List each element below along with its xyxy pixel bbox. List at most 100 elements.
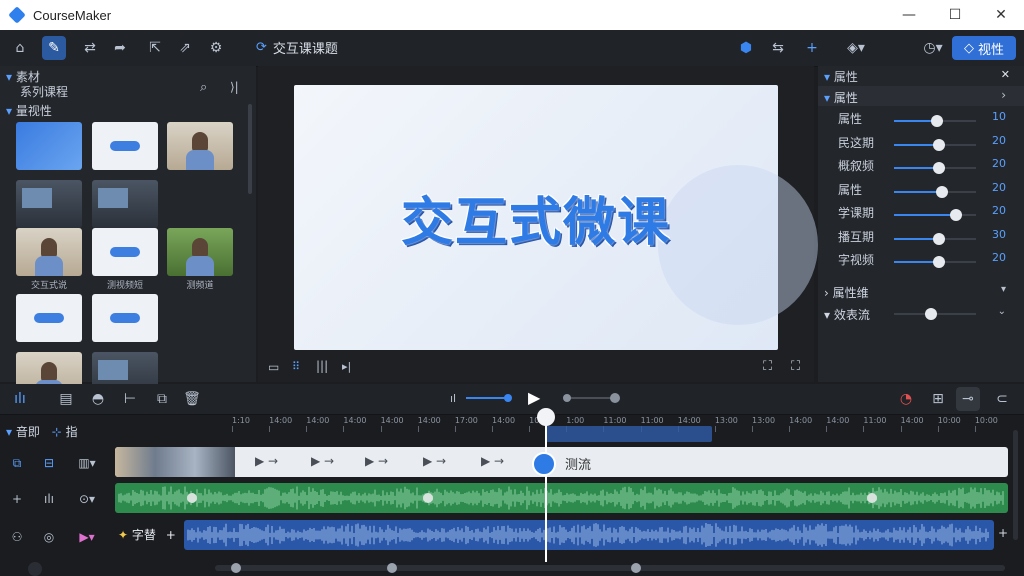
lock-icon[interactable]: ⊟: [38, 453, 60, 473]
zoom-icon[interactable]: ⊂: [990, 387, 1014, 411]
property-slider[interactable]: [894, 209, 976, 221]
asset-thumbnail[interactable]: [167, 228, 233, 276]
audio-icon[interactable]: |||: [316, 359, 328, 373]
scroll-handle[interactable]: [231, 563, 241, 573]
asset-thumbnail[interactable]: [92, 228, 158, 276]
clip-transition-marker[interactable]: ▶ →: [423, 454, 446, 468]
playhead-line[interactable]: [545, 410, 547, 562]
slider-knob[interactable]: [933, 138, 946, 151]
mask-icon[interactable]: ◓: [86, 387, 110, 411]
slider-knob[interactable]: [563, 394, 571, 402]
search-icon[interactable]: ⌕: [200, 80, 207, 95]
target-icon[interactable]: ◎: [38, 527, 60, 547]
playhead-handle[interactable]: [537, 408, 555, 426]
publish-icon[interactable]: ⇗: [173, 36, 197, 60]
asset-thumbnail[interactable]: [92, 122, 158, 170]
edit-icon[interactable]: ✎: [42, 36, 66, 60]
audio-wave-icon[interactable]: ılı: [38, 489, 60, 509]
pointer-icon[interactable]: ⊹: [52, 425, 62, 439]
asset-thumbnail[interactable]: [16, 122, 82, 170]
view-mode-icon[interactable]: ◈▾: [840, 36, 872, 60]
property-slider[interactable]: [894, 115, 976, 127]
library-section-header[interactable]: ▾ 量视性: [6, 102, 52, 119]
property-section-3[interactable]: ▾ 效表流 ⌄: [818, 304, 1024, 324]
clip-transition-marker[interactable]: ▶ →: [481, 454, 504, 468]
add-icon[interactable]: +: [800, 36, 824, 60]
slider-knob[interactable]: [924, 308, 937, 320]
properties-section-bar[interactable]: ▾ 属性 ›: [818, 86, 1024, 106]
property-slider[interactable]: [894, 162, 976, 174]
playhead-marker[interactable]: [532, 452, 556, 476]
split-icon[interactable]: ⊢: [118, 387, 142, 411]
timer-icon[interactable]: ◷▾: [918, 36, 948, 60]
shuffle-icon[interactable]: ⇄: [78, 36, 102, 60]
asset-thumbnail[interactable]: [92, 180, 158, 228]
asset-thumbnail[interactable]: [167, 122, 233, 170]
timeline-horizontal-scrollbar[interactable]: [215, 563, 1005, 573]
waveform-icon[interactable]: ılı: [8, 387, 32, 411]
caption-icon[interactable]: ▭: [268, 360, 279, 374]
slider-knob[interactable]: [935, 185, 948, 198]
zoom-fit-icon[interactable]: ⊸: [956, 387, 980, 411]
preview-button[interactable]: ◇ 视性: [952, 36, 1016, 60]
keyframe-marker[interactable]: [187, 493, 197, 503]
add-track-icon[interactable]: +: [6, 489, 28, 509]
volume-slider[interactable]: [466, 394, 512, 402]
slide-title[interactable]: 交互式微课: [294, 85, 778, 350]
scroll-handle[interactable]: [387, 563, 397, 573]
slider-knob[interactable]: [610, 393, 620, 403]
property-slider[interactable]: [894, 232, 976, 245]
slider-knob[interactable]: [933, 162, 946, 174]
snap-icon[interactable]: ⊞: [926, 387, 950, 411]
close-button[interactable]: ✕: [978, 0, 1024, 30]
layers-icon[interactable]: ⧉: [6, 453, 28, 473]
fit-screen-icon[interactable]: ⛶: [763, 359, 772, 374]
mute-toggle-icon[interactable]: ⊙▾: [72, 489, 102, 509]
collapse-panel-icon[interactable]: ⟩|: [230, 80, 239, 94]
clip-icon[interactable]: ▤: [54, 387, 78, 411]
keyframe-marker[interactable]: [867, 493, 877, 503]
property-slider[interactable]: [894, 138, 976, 151]
minimize-button[interactable]: —: [886, 0, 932, 30]
fullscreen-icon[interactable]: ⛶: [791, 359, 800, 374]
keyframe-marker[interactable]: [423, 493, 433, 503]
subtitle-clip[interactable]: [184, 520, 994, 550]
clip-transition-marker[interactable]: ▶ →: [365, 454, 388, 468]
asset-thumbnail[interactable]: [16, 228, 82, 276]
share-icon[interactable]: ➦: [108, 36, 132, 60]
people-icon[interactable]: ⚇: [6, 527, 28, 547]
export-icon[interactable]: ⇱: [143, 36, 167, 60]
audio-clip[interactable]: [115, 483, 1008, 513]
delete-icon[interactable]: 🗑: [180, 387, 204, 411]
slider-knob[interactable]: [930, 115, 943, 127]
slider-knob[interactable]: [949, 209, 962, 221]
clip-transition-marker[interactable]: ▶ →: [255, 454, 278, 468]
settings-icon[interactable]: ⚙: [204, 36, 228, 60]
cube-icon[interactable]: ⬢: [734, 36, 758, 60]
grid-icon[interactable]: ⠿: [292, 360, 300, 373]
timeline-vertical-scrollbar[interactable]: [1013, 430, 1018, 540]
add-text-button[interactable]: +: [166, 528, 176, 542]
property-slider[interactable]: [894, 185, 976, 198]
layout-icon[interactable]: ⌂: [8, 36, 32, 60]
play-button[interactable]: ▶: [528, 388, 540, 407]
property-section-2[interactable]: › 属性维 ▾: [818, 282, 1024, 302]
branch-icon[interactable]: ⇆: [766, 36, 790, 60]
text-style-icon[interactable]: ▶▾: [72, 527, 102, 547]
property-slider[interactable]: [894, 256, 976, 268]
clip-transition-marker[interactable]: ▶ →: [311, 454, 334, 468]
scroll-handle[interactable]: [631, 563, 641, 573]
video-clip[interactable]: ▶ → ▶ → ▶ → ▶ → ▶ → 测流: [115, 447, 1008, 477]
slider-knob[interactable]: [933, 256, 946, 268]
speed-slider[interactable]: [563, 393, 620, 403]
slider-knob[interactable]: [933, 232, 946, 245]
asset-thumbnail[interactable]: [16, 294, 82, 342]
asset-thumbnail[interactable]: [92, 294, 158, 342]
copy-icon[interactable]: ⧉: [150, 387, 174, 411]
selection-range[interactable]: [546, 426, 712, 442]
maximize-button[interactable]: ☐: [932, 0, 978, 30]
close-panel-icon[interactable]: ✕: [1001, 68, 1010, 81]
slide-canvas[interactable]: 交互式微课: [294, 85, 818, 350]
forward-icon[interactable]: ▸|: [342, 360, 351, 373]
slider-knob[interactable]: [504, 394, 512, 402]
